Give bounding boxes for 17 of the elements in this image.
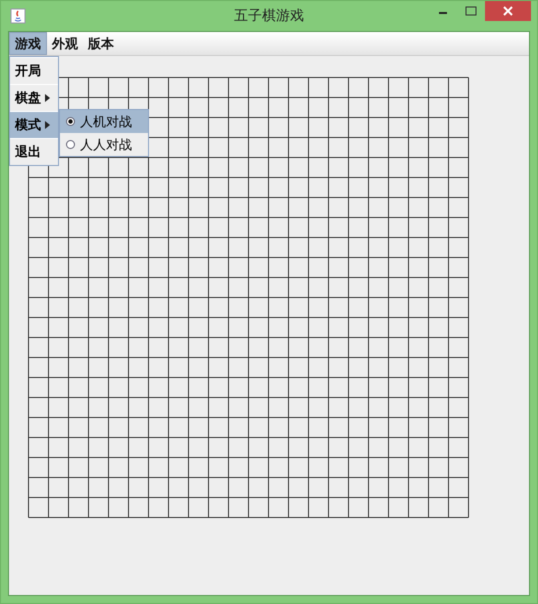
radio-button[interactable] (66, 117, 75, 126)
submenu-arrow-icon (45, 94, 50, 102)
menu-item[interactable]: 外观 (47, 32, 83, 55)
close-icon (503, 6, 513, 16)
radio-menu-entry[interactable]: 人人对战 (60, 133, 148, 156)
radio-button[interactable] (66, 140, 75, 149)
menu-item[interactable]: 游戏 (9, 32, 47, 55)
menu-entry[interactable]: 退出 (10, 138, 58, 165)
menu-item[interactable]: 版本 (83, 32, 119, 55)
close-button[interactable] (485, 1, 531, 21)
menu-entry[interactable]: 模式 (10, 111, 58, 138)
radio-menu-entry[interactable]: 人机对战 (60, 110, 148, 133)
window-title: 五子棋游戏 (234, 7, 304, 25)
submenu-arrow-icon (45, 121, 50, 129)
maximize-icon (465, 6, 477, 16)
menu-entry[interactable]: 开局 (10, 57, 58, 84)
app-icon (10, 8, 26, 24)
